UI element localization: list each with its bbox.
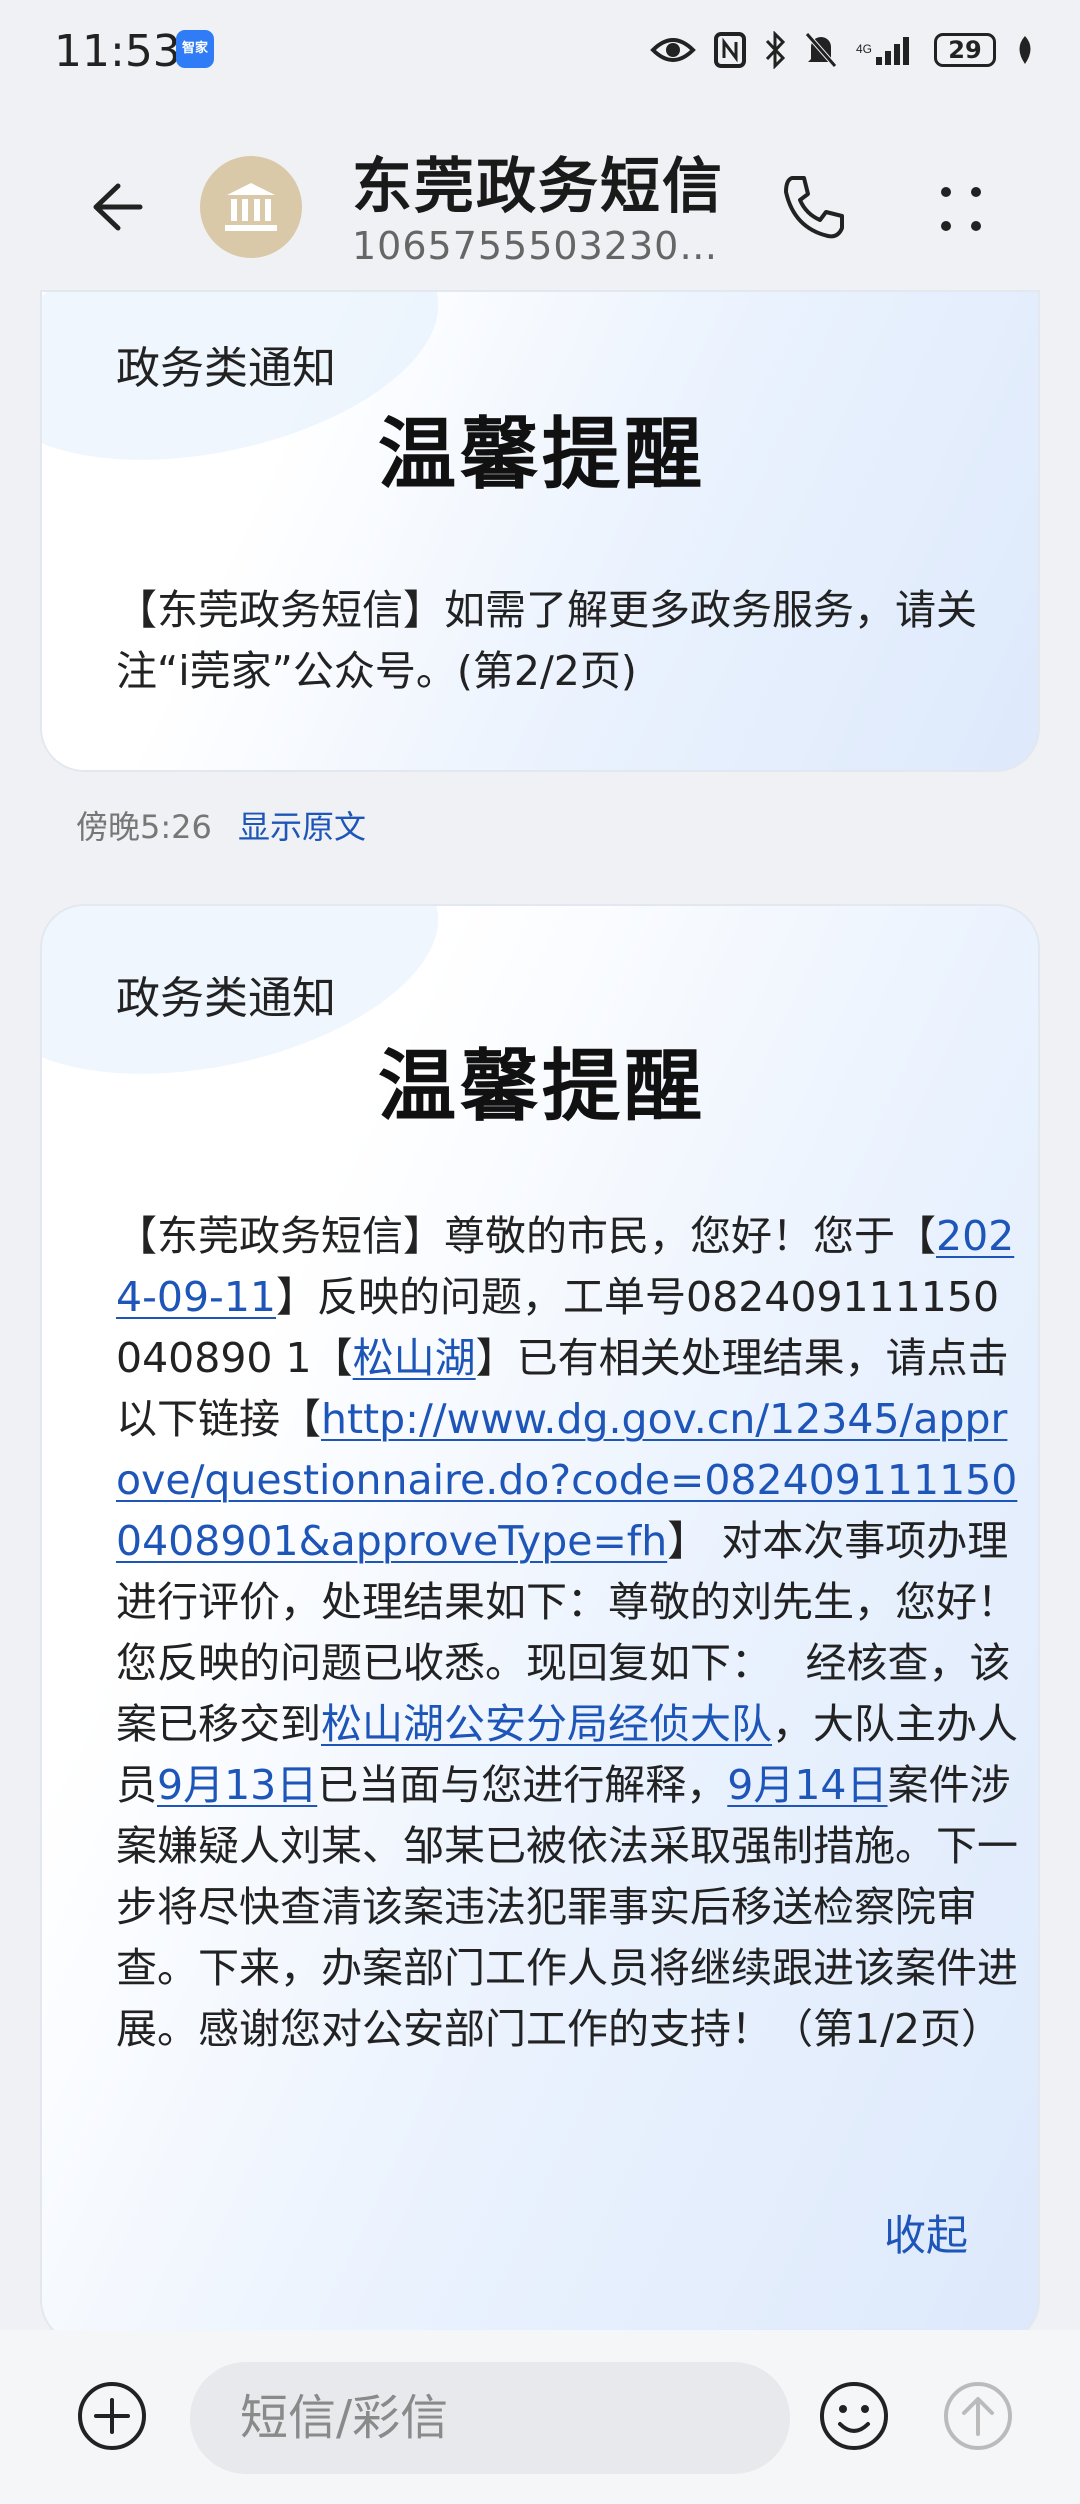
- unit-link[interactable]: 松山湖公安分局经侦大队: [321, 1700, 772, 1748]
- svg-text:4G: 4G: [856, 42, 872, 56]
- collapse-button[interactable]: 收起: [884, 2202, 968, 2263]
- message-category: 政务类通知: [116, 973, 336, 1024]
- nfc-icon: [714, 32, 746, 68]
- emoji-icon[interactable]: [818, 2380, 890, 2452]
- body-text: 已当面与您进行解释，: [317, 1761, 728, 1809]
- app-notification-icon: 智家: [176, 30, 214, 68]
- leaf-icon: [1019, 36, 1031, 64]
- more-options-icon[interactable]: [936, 174, 986, 244]
- conversation-header: 东莞政务短信 1065755503230…: [0, 100, 1080, 290]
- status-time: 11:53: [54, 26, 181, 77]
- back-arrow-icon[interactable]: [78, 172, 148, 242]
- message-input[interactable]: 短信/彩信: [190, 2362, 790, 2474]
- status-bar: 11:53 智家 4G 29: [0, 0, 1080, 100]
- message-time: 傍晚5:26: [76, 808, 212, 846]
- show-original-link[interactable]: 显示原文: [238, 802, 366, 848]
- mute-bell-icon: [805, 32, 837, 68]
- date-link[interactable]: 9月14日: [727, 1761, 887, 1809]
- send-icon[interactable]: [942, 2380, 1014, 2452]
- message-composer: 短信/彩信: [0, 2330, 1080, 2504]
- message-category: 政务类通知: [116, 343, 336, 394]
- bluetooth-icon: [765, 31, 786, 69]
- status-icons: 4G 29: [650, 28, 1036, 72]
- message-body: 【东莞政务短信】尊敬的市民，您好！您于【2024-09-11】反映的问题，工单号…: [116, 1206, 1021, 2060]
- contact-avatar[interactable]: [200, 156, 302, 258]
- message-card[interactable]: 政务类通知 温馨提醒 【东莞政务短信】尊敬的市民，您好！您于【2024-09-1…: [40, 904, 1040, 2344]
- government-building-icon: [225, 183, 277, 231]
- body-text: 【东莞政务短信】尊敬的市民，您好！您于【: [116, 1212, 936, 1260]
- signal-icon: 4G: [856, 37, 909, 65]
- date-link[interactable]: 9月13日: [157, 1761, 317, 1809]
- message-heading: 温馨提醒: [377, 1042, 706, 1132]
- eye-icon: [650, 38, 696, 62]
- contact-name: 东莞政务短信: [352, 152, 724, 222]
- message-card[interactable]: 政务类通知 温馨提醒 【东莞政务短信】如需了解更多政务服务，请关注“i莞家”公众…: [40, 290, 1040, 772]
- location-link[interactable]: 松山湖: [353, 1334, 476, 1382]
- message-body: 【东莞政务短信】如需了解更多政务服务，请关注“i莞家”公众号。(第2/2页): [116, 586, 977, 695]
- contact-number: 1065755503230…: [352, 224, 719, 268]
- phone-call-icon[interactable]: [776, 170, 852, 246]
- message-heading: 温馨提醒: [377, 410, 706, 500]
- battery-icon: 29: [934, 33, 996, 67]
- add-attachment-icon[interactable]: [76, 2380, 148, 2452]
